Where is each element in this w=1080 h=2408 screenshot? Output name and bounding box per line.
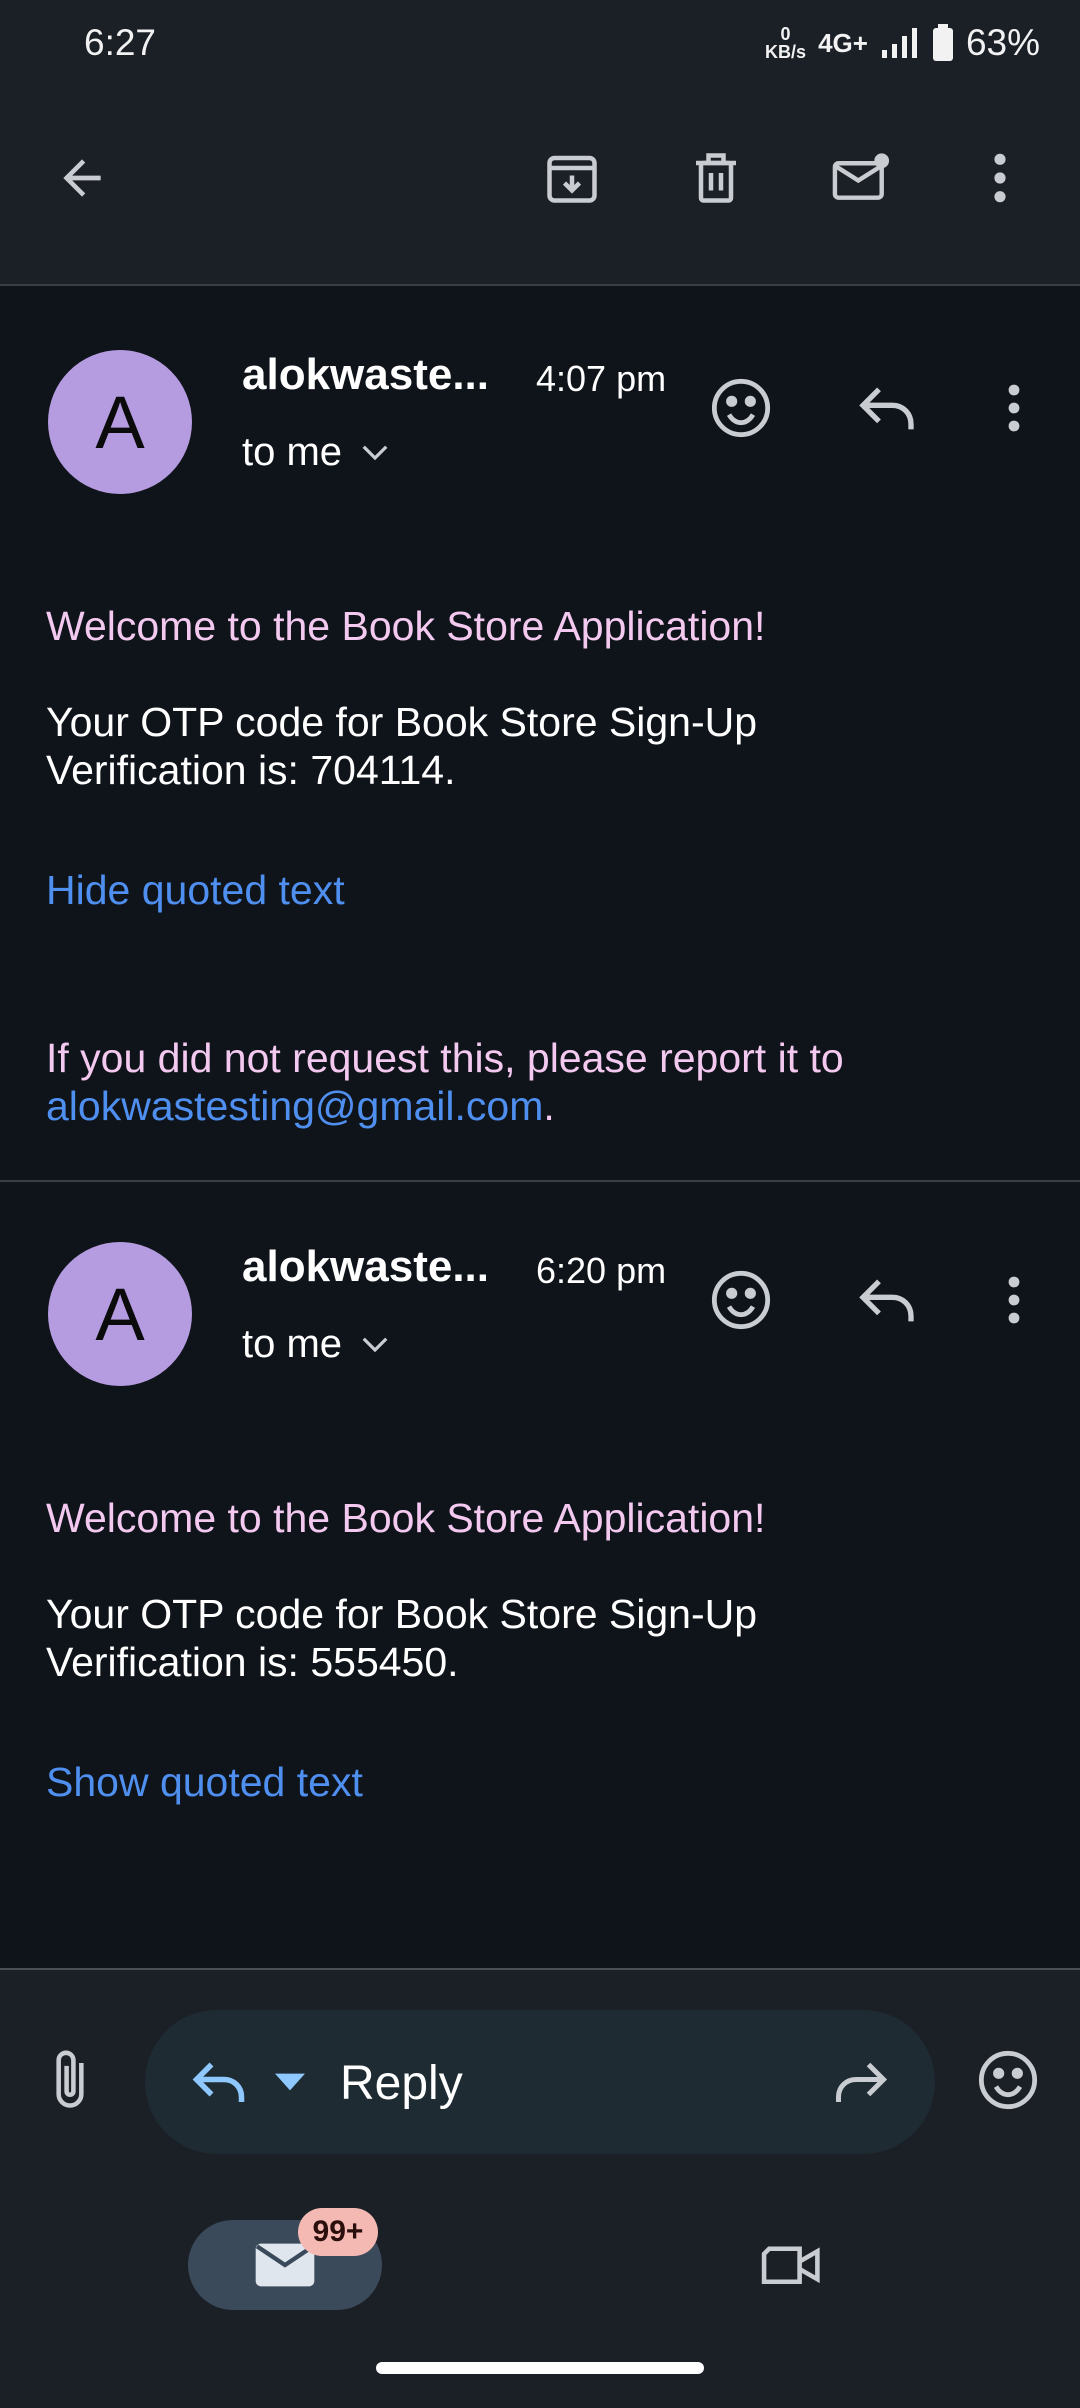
message-card-2: A alokwaste... 6:20 pm to me Welcome to … <box>0 1182 1080 1968</box>
report-email-link[interactable]: alokwastesting@gmail.com <box>46 1083 543 1129</box>
add-emoji-icon[interactable] <box>701 368 781 448</box>
battery-icon <box>932 24 953 61</box>
more-vert-icon[interactable] <box>974 1260 1054 1340</box>
sender-name[interactable]: alokwaste... <box>242 1242 489 1292</box>
forward-icon[interactable] <box>831 2056 891 2108</box>
delete-icon[interactable] <box>678 140 754 216</box>
reply-label: Reply <box>340 2057 463 2110</box>
message-time: 6:20 pm <box>536 1250 667 1291</box>
chevron-down-icon <box>362 1337 388 1352</box>
status-bar: 6:27 0 KB/s 4G+ 63% <box>0 0 1080 88</box>
email-otp-text: Your OTP code for Book Store Sign-Up Ver… <box>46 699 758 793</box>
email-greeting: Welcome to the Book Store Application! <box>46 603 766 649</box>
reply-options-dropdown-icon[interactable] <box>273 2072 307 2092</box>
add-emoji-icon[interactable] <box>701 1260 781 1340</box>
reply-icon[interactable] <box>847 368 927 448</box>
message-card-1: A alokwaste... 4:07 pm to me Welcome to … <box>0 290 1080 1180</box>
recipient-label: to me <box>242 430 343 474</box>
sender-name[interactable]: alokwaste... <box>242 350 489 400</box>
emoji-icon[interactable] <box>968 2040 1048 2120</box>
archive-icon[interactable] <box>534 140 610 216</box>
quoted-text-toggle[interactable]: Show quoted text <box>46 1758 363 1806</box>
reply-icon[interactable] <box>847 1260 927 1340</box>
video-camera-icon <box>761 2246 820 2285</box>
recipient-toggle[interactable]: to me <box>242 430 390 475</box>
network-type: 4G+ <box>818 27 868 58</box>
attachment-icon[interactable] <box>40 2042 100 2118</box>
email-otp-text: Your OTP code for Book Store Sign-Up Ver… <box>46 1591 758 1685</box>
more-vert-icon[interactable] <box>974 368 1054 448</box>
reply-bar: Reply <box>0 1970 1080 2190</box>
message-time: 4:07 pm <box>536 358 667 399</box>
reply-icon <box>192 2062 245 2102</box>
home-indicator[interactable] <box>376 2362 704 2374</box>
recipient-toggle[interactable]: to me <box>242 1322 390 1367</box>
unread-count-badge: 99+ <box>298 2208 378 2256</box>
more-vert-icon[interactable] <box>962 140 1038 216</box>
avatar[interactable]: A <box>48 350 192 494</box>
recipient-label: to me <box>242 1322 343 1366</box>
report-text: If you did not request this, please repo… <box>46 1035 844 1129</box>
bottom-navigation: 99+ <box>0 2190 1080 2408</box>
chevron-down-icon <box>362 445 388 460</box>
email-greeting: Welcome to the Book Store Application! <box>46 1495 766 1541</box>
mark-unread-icon[interactable] <box>824 140 900 216</box>
quoted-text-toggle[interactable]: Hide quoted text <box>46 866 345 914</box>
nav-meet-tab[interactable] <box>752 2226 832 2302</box>
signal-icon <box>881 28 917 58</box>
top-toolbar <box>0 88 1080 286</box>
battery-percent: 63% <box>965 22 1040 63</box>
status-time: 6:27 <box>84 22 157 63</box>
avatar[interactable]: A <box>48 1242 192 1386</box>
reply-button[interactable]: Reply <box>145 2010 935 2154</box>
net-speed: 0 KB/s <box>765 24 807 62</box>
back-arrow-icon[interactable] <box>44 140 120 216</box>
